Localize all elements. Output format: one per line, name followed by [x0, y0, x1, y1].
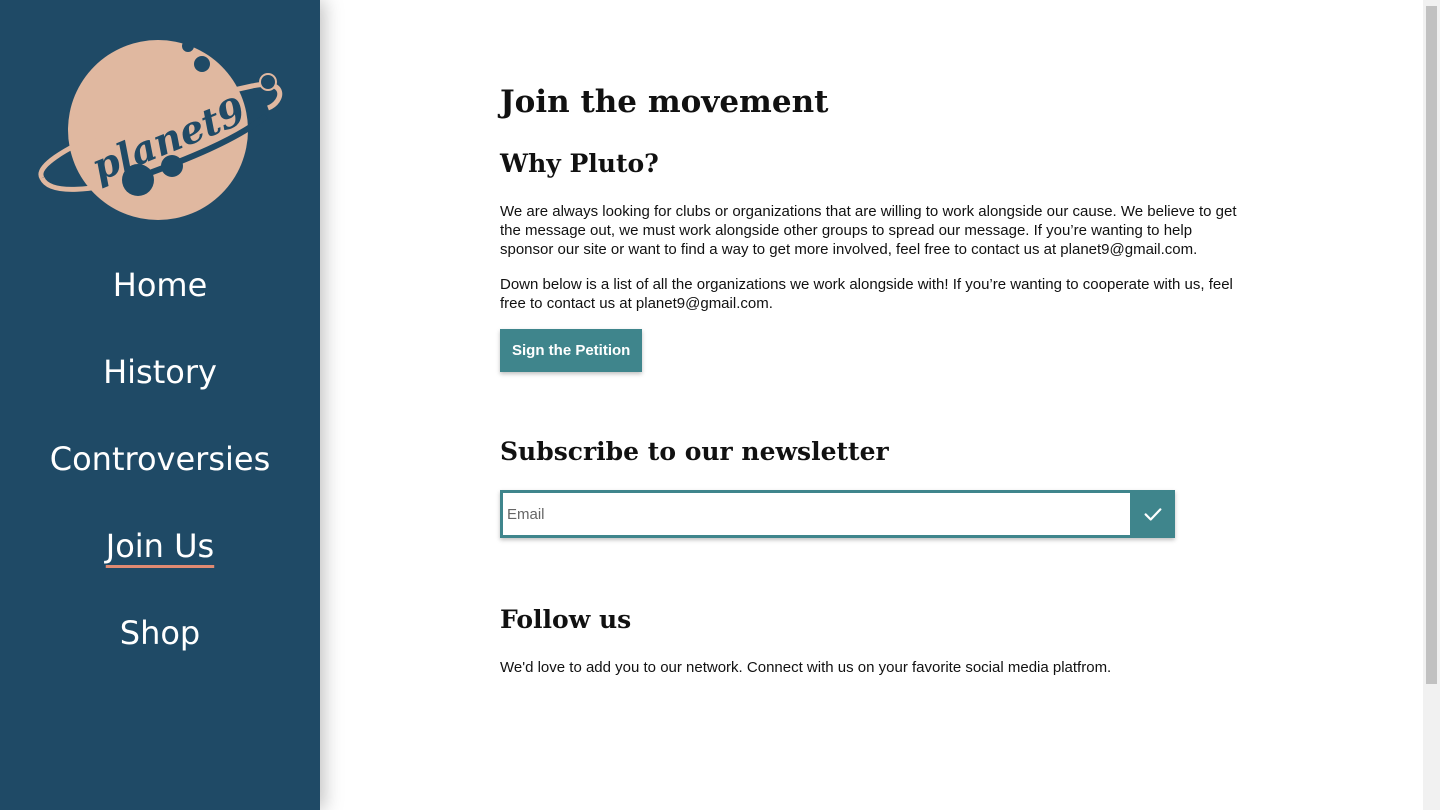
sidebar: planet9 Home History Controversies Join … — [0, 0, 320, 810]
nav-link-shop[interactable]: Shop — [120, 606, 200, 660]
nav-link-join-us[interactable]: Join Us — [106, 519, 214, 573]
why-pluto-paragraph-1: We are always looking for clubs or organ… — [500, 203, 1237, 258]
why-pluto-paragraph-2: Down below is a list of all the organiza… — [500, 276, 1233, 312]
newsletter-submit-button[interactable] — [1130, 490, 1175, 538]
nav-item-shop: Shop — [0, 606, 320, 693]
main-content: Join the movement Why Pluto? We are alwa… — [500, 80, 1245, 677]
page-scrollbar[interactable] — [1423, 0, 1440, 810]
sign-petition-button[interactable]: Sign the Petition — [500, 329, 643, 372]
checkmark-icon — [1144, 508, 1161, 521]
nav-item-controversies: Controversies — [0, 432, 320, 519]
main-nav: Home History Controversies Join Us Shop — [0, 258, 320, 693]
nav-item-home: Home — [0, 258, 320, 345]
nav-link-history[interactable]: History — [103, 345, 217, 399]
nav-link-home[interactable]: Home — [113, 258, 208, 312]
email-input[interactable] — [500, 490, 1130, 538]
follow-us-text: We'd love to add you to our network. Con… — [500, 659, 1112, 676]
scrollbar-thumb[interactable] — [1426, 6, 1437, 684]
page-title: Join the movement — [500, 84, 829, 120]
planet9-logo[interactable]: planet9 — [36, 36, 284, 226]
follow-us-heading: Follow us — [500, 605, 632, 634]
nav-link-controversies[interactable]: Controversies — [50, 432, 270, 486]
newsletter-heading: Subscribe to our newsletter — [500, 437, 889, 466]
nav-item-history: History — [0, 345, 320, 432]
why-pluto-heading: Why Pluto? — [500, 149, 659, 178]
newsletter-form — [500, 490, 1175, 538]
nav-item-join-us: Join Us — [0, 519, 320, 606]
